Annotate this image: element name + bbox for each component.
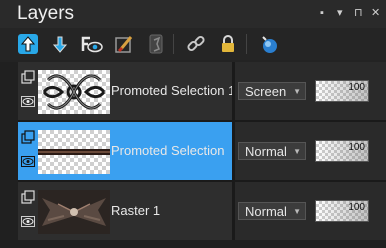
layer-row[interactable]: Raster 1 Normal ▼ 100 — [18, 182, 386, 242]
layer-group-icon[interactable] — [21, 130, 35, 144]
brush-icon — [115, 36, 133, 53]
ornament-thumbnail-art — [42, 74, 106, 110]
visibility-eye-icon[interactable] — [21, 216, 35, 227]
layer-name-cell[interactable]: Promoted Selection — [18, 122, 232, 180]
link-icon — [187, 35, 205, 52]
layer-row[interactable]: Promoted Selection 1 Screen ▼ 100 — [18, 62, 386, 122]
selection-thumbnail-art — [38, 149, 110, 155]
opacity-value: 100 — [348, 142, 365, 153]
lock-button[interactable] — [215, 31, 241, 57]
chevron-down-icon: ▼ — [293, 147, 301, 156]
lock-icon — [222, 35, 234, 52]
opacity-slider[interactable]: 100 — [315, 140, 369, 162]
sphere-icon — [262, 36, 277, 53]
layer-name-cell[interactable]: Raster 1 — [18, 182, 232, 240]
blend-mode-select[interactable]: Screen ▼ — [238, 82, 306, 100]
visibility-eye-icon[interactable] — [21, 96, 35, 107]
toolbar-separator — [173, 34, 174, 54]
layer-thumbnail — [38, 190, 110, 234]
layer-row-selected[interactable]: Promoted Selection Normal ▼ 100 — [18, 122, 386, 182]
chevron-down-icon: ▼ — [293, 87, 301, 96]
move-layer-down-icon — [52, 36, 68, 53]
layers-toolbar — [0, 28, 386, 60]
layer-list: Promoted Selection 1 Screen ▼ 100 Promot… — [0, 62, 386, 248]
pin-button[interactable]: ⊓ — [354, 6, 363, 20]
opacity-value: 100 — [348, 202, 365, 213]
brush-button[interactable] — [111, 31, 137, 57]
layer-thumbnail — [38, 130, 110, 174]
mask-button[interactable] — [143, 31, 169, 57]
opacity-slider[interactable]: 100 — [315, 200, 369, 222]
blend-mode-select[interactable]: Normal ▼ — [238, 142, 306, 160]
layer-name-cell[interactable]: Promoted Selection 1 — [18, 62, 236, 120]
panel-menu-button[interactable]: ▾ — [337, 6, 343, 20]
layer-name: Promoted Selection — [111, 143, 225, 158]
visibility-toggle-button[interactable] — [79, 31, 105, 57]
visibility-toggle-icon — [81, 36, 103, 53]
blend-mode-value: Normal — [245, 144, 287, 159]
blend-mode-value: Normal — [245, 204, 287, 219]
layer-properties-cell: Normal ▼ 100 — [235, 182, 386, 240]
panel-title: Layers — [17, 3, 75, 24]
layers-panel: Layers ▪ ▾ ⊓ ✕ Promoted Selection 1 Scre… — [0, 0, 386, 248]
visibility-eye-icon[interactable] — [21, 156, 35, 167]
layer-thumbnail — [38, 70, 110, 114]
opacity-value: 100 — [348, 82, 365, 93]
blend-mode-select[interactable]: Normal ▼ — [238, 202, 306, 220]
title-bar: Layers ▪ ▾ ⊓ ✕ — [0, 0, 386, 28]
move-layer-up-icon — [18, 34, 38, 54]
layer-name: Raster 1 — [111, 203, 161, 218]
layer-group-icon[interactable] — [21, 70, 35, 84]
close-button[interactable]: ✕ — [371, 6, 380, 20]
opacity-slider[interactable]: 100 — [315, 80, 369, 102]
sphere-button[interactable] — [256, 31, 282, 57]
move-layer-down-button[interactable] — [47, 31, 73, 57]
blend-mode-value: Screen — [245, 84, 287, 99]
toolbar-separator — [246, 34, 247, 54]
link-button[interactable] — [183, 31, 209, 57]
layer-group-icon[interactable] — [21, 190, 35, 204]
layer-properties-cell: Screen ▼ 100 — [235, 62, 386, 120]
raster-thumbnail-art — [38, 190, 110, 234]
dock-button[interactable]: ▪ — [320, 6, 324, 20]
layer-name: Promoted Selection 1 — [111, 83, 236, 98]
layer-properties-cell: Normal ▼ 100 — [235, 122, 386, 180]
chevron-down-icon: ▼ — [293, 207, 301, 216]
move-layer-up-button[interactable] — [15, 31, 41, 57]
mask-icon — [149, 34, 163, 54]
